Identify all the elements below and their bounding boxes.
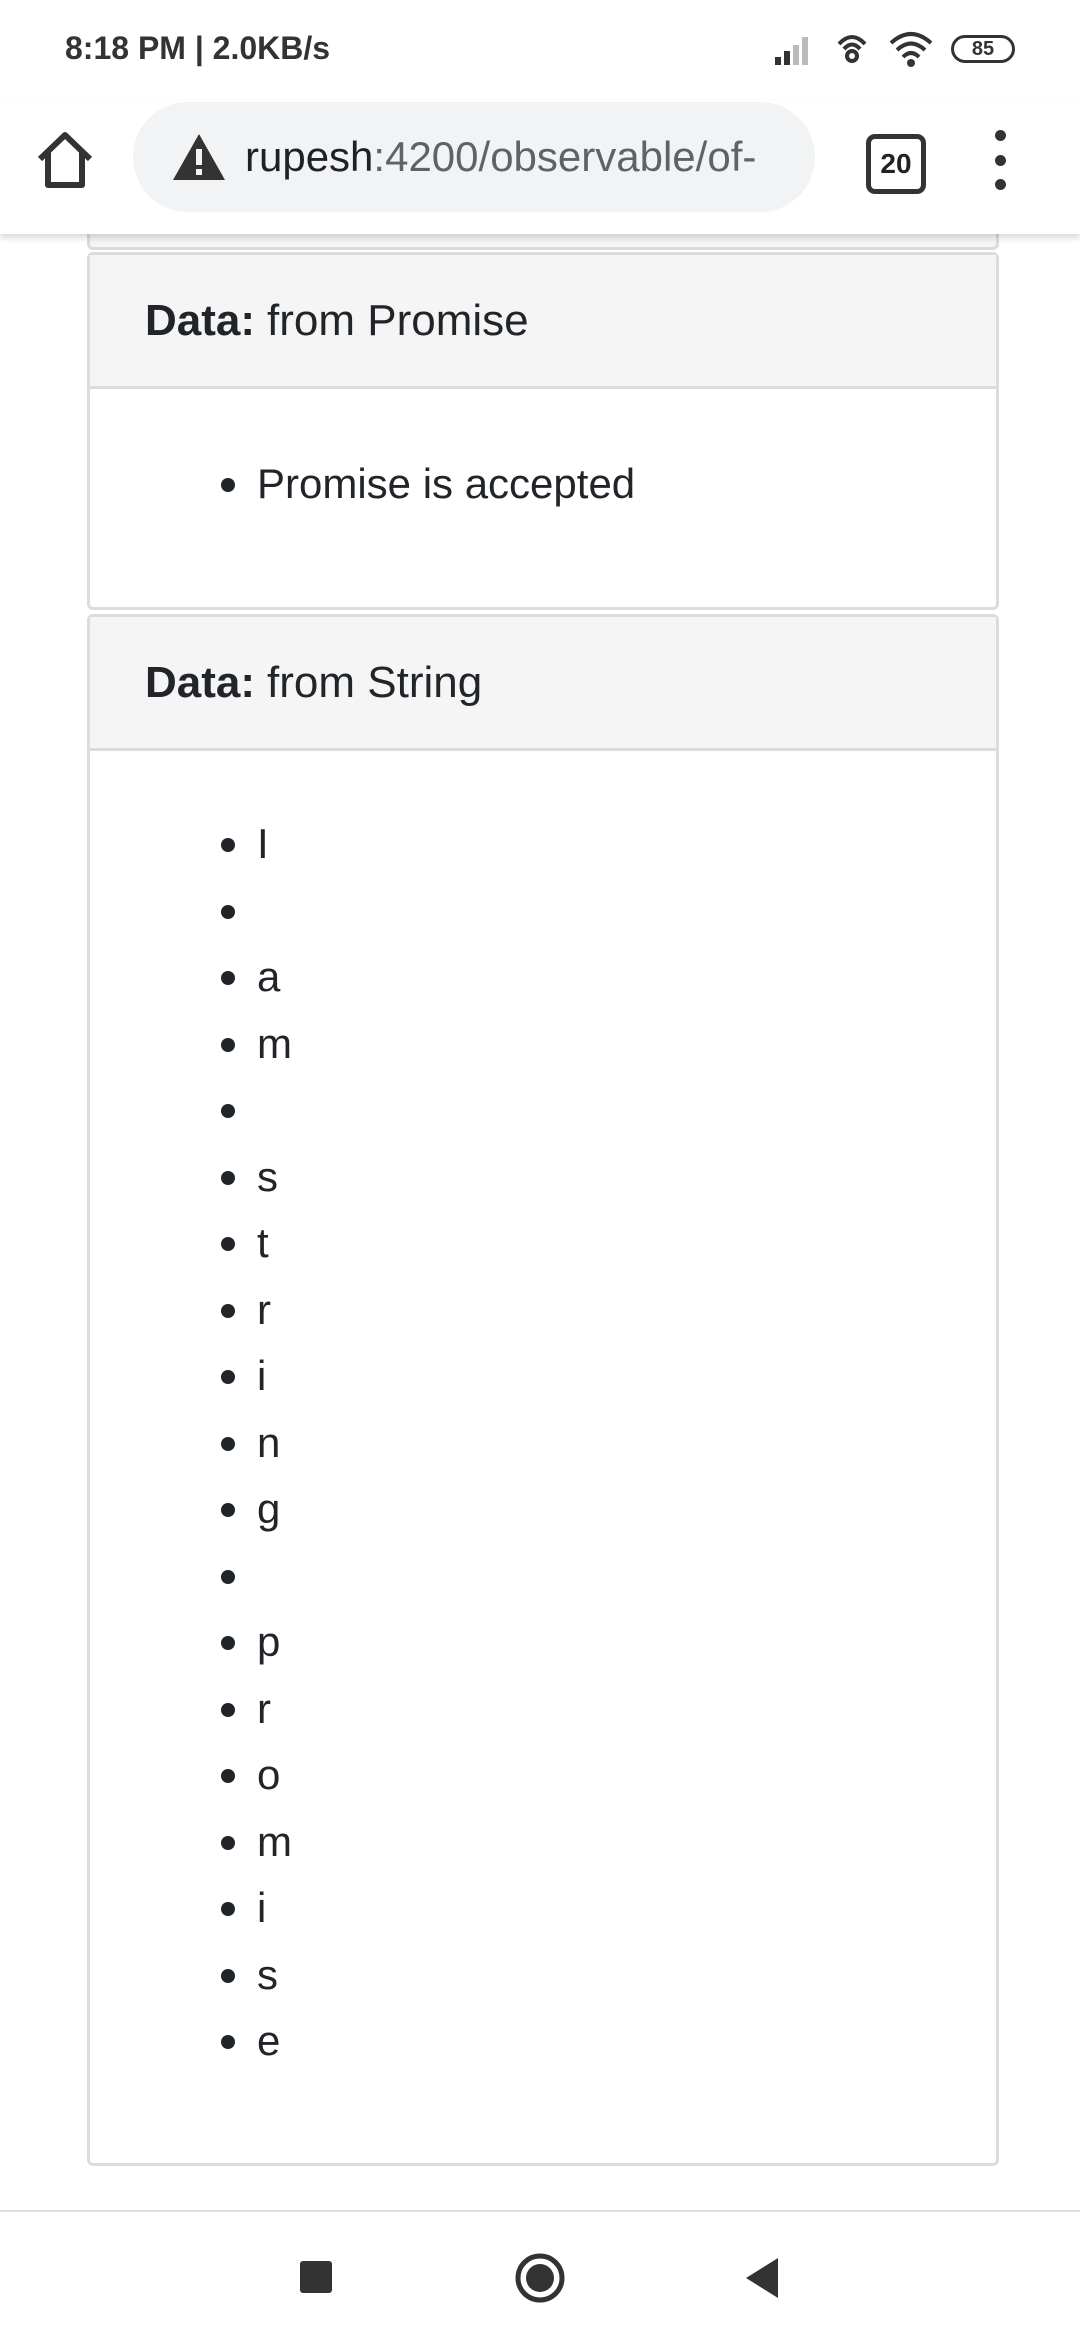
url-path: :4200/observable/of- — [373, 133, 757, 180]
url-bar[interactable]: rupesh:4200/observable/of- — [133, 102, 815, 212]
hotspot-icon — [837, 35, 867, 63]
status-time: 8:18 PM | 2.0KB/s — [65, 30, 331, 66]
list-item: i — [219, 1343, 266, 1409]
list-item: t — [221, 1210, 269, 1276]
list-item: m — [221, 1011, 292, 1077]
card-header-label: Data: — [145, 295, 256, 345]
card-header-title: from String — [267, 657, 483, 707]
list-item: m — [221, 1809, 292, 1875]
list-item: Promise is accepted — [220, 451, 635, 517]
card-header: Data: from Promise — [90, 255, 996, 389]
menu-dot — [994, 179, 1006, 190]
card-header-label: Data: — [145, 657, 256, 707]
url-host: rupesh — [245, 133, 374, 180]
list-item: s — [221, 1144, 278, 1210]
list-item: I — [221, 811, 269, 877]
list-item: p — [220, 1609, 280, 1675]
more-vert-icon[interactable] — [985, 130, 1015, 190]
list-item: o — [220, 1742, 280, 1808]
warning-icon[interactable] — [171, 132, 227, 182]
menu-dot — [994, 154, 1006, 166]
system-nav-bar — [0, 2210, 1080, 2340]
card-header: Data: from String — [90, 617, 996, 751]
status-bar: 8:18 PM | 2.0KB/s 85 — [0, 0, 1080, 100]
list-item: g — [220, 1476, 280, 1542]
list-item: s — [221, 1942, 278, 2008]
menu-dot — [994, 130, 1006, 141]
previous-card-bottom — [87, 234, 999, 250]
browser-toolbar: rupesh:4200/observable/of- 20 — [0, 100, 1080, 234]
list-item: r — [221, 1676, 271, 1742]
data-card-string: Data: from String I am string promise — [87, 614, 999, 2166]
url-text[interactable]: rupesh:4200/observable/of- — [245, 133, 756, 181]
nav-home-icon[interactable] — [514, 2252, 566, 2304]
back-icon[interactable] — [742, 2256, 782, 2300]
home-icon[interactable] — [30, 125, 100, 195]
list-item: n — [220, 1410, 280, 1476]
battery-indicator: 85 — [951, 35, 1015, 63]
list-item: r — [221, 1277, 271, 1343]
signal-icon — [775, 37, 808, 65]
status-icons: 85 — [773, 30, 1015, 68]
card-header-title: from Promise — [267, 295, 529, 345]
list-item: e — [220, 2008, 280, 2074]
list-item: a — [220, 944, 280, 1010]
tab-switcher-button[interactable]: 20 — [866, 134, 926, 194]
list-item: i — [219, 1875, 266, 1941]
data-card-promise: Data: from Promise Promise is accepted — [87, 252, 999, 610]
recents-icon[interactable] — [300, 2261, 332, 2293]
page-content: Data: from Promise Promise is accepted D… — [0, 234, 1080, 2210]
wifi-icon — [889, 32, 933, 67]
